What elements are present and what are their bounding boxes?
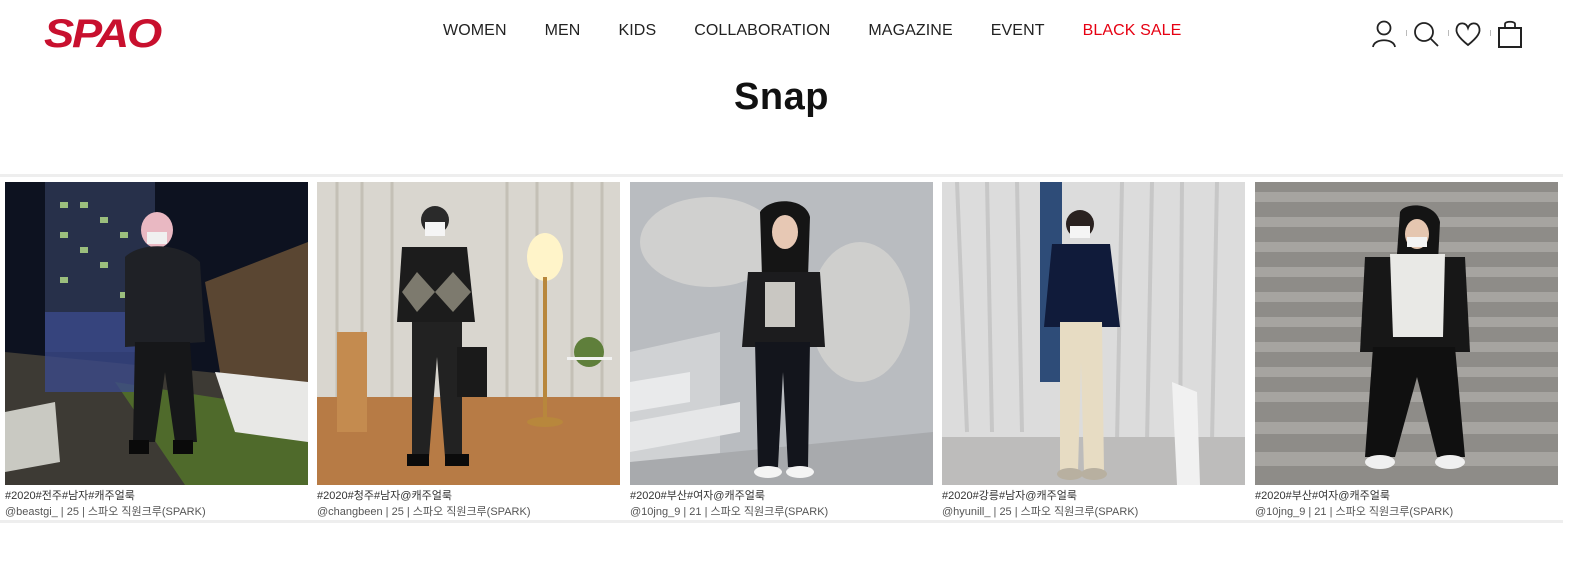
user-icon[interactable] bbox=[1370, 18, 1398, 50]
header-icons bbox=[1370, 18, 1526, 52]
icon-divider bbox=[1406, 30, 1407, 36]
snap-card: #2020#청주#남자@캐주얼룩 @changbeen | 25 | 스파오 직… bbox=[317, 182, 620, 519]
nav-magazine[interactable]: MAGAZINE bbox=[868, 22, 952, 40]
spao-logo[interactable]: SPAO bbox=[44, 13, 162, 53]
nav-event[interactable]: EVENT bbox=[991, 22, 1045, 40]
snap-author: @changbeen | 25 | 스파오 직원크루(SPARK) bbox=[317, 506, 531, 518]
nav-women[interactable]: WOMEN bbox=[443, 22, 507, 40]
snap-photo[interactable] bbox=[942, 182, 1245, 485]
snap-photo[interactable] bbox=[5, 182, 308, 485]
icon-divider bbox=[1448, 30, 1449, 36]
snap-tags: #2020#부산#여자@캐주얼룩 bbox=[1255, 490, 1390, 502]
nav-men[interactable]: MEN bbox=[545, 22, 581, 40]
page-title: Snap bbox=[734, 76, 829, 118]
snap-photo[interactable] bbox=[317, 182, 620, 485]
main-nav: WOMEN MEN KIDS COLLABORATION MAGAZINE EV… bbox=[443, 22, 1181, 40]
nav-kids[interactable]: KIDS bbox=[618, 22, 656, 40]
snap-card: #2020#부산#여자@캐주얼룩 @10jng_9 | 21 | 스파오 직원크… bbox=[630, 182, 933, 519]
search-icon[interactable] bbox=[1412, 18, 1440, 50]
snap-photo[interactable] bbox=[630, 182, 933, 485]
snap-tags: #2020#전주#남자#캐주얼룩 bbox=[5, 490, 135, 502]
shopping-bag-icon[interactable] bbox=[1496, 18, 1524, 50]
snap-card: #2020#부산#여자@캐주얼룩 @10jng_9 | 21 | 스파오 직원크… bbox=[1255, 182, 1558, 519]
nav-black-sale[interactable]: BLACK SALE bbox=[1083, 22, 1182, 40]
snap-card: #2020#전주#남자#캐주얼룩 @beastgi_ | 25 | 스파오 직원… bbox=[5, 182, 308, 519]
snap-author: @beastgi_ | 25 | 스파오 직원크루(SPARK) bbox=[5, 506, 206, 518]
svg-text:SPAO: SPAO bbox=[44, 13, 162, 53]
heart-icon[interactable] bbox=[1454, 18, 1482, 50]
nav-collaboration[interactable]: COLLABORATION bbox=[694, 22, 830, 40]
snap-author: @hyunill_ | 25 | 스파오 직원크루(SPARK) bbox=[942, 506, 1139, 518]
page-scrollbar[interactable] bbox=[1563, 0, 1588, 579]
snap-tags: #2020#청주#남자@캐주얼룩 bbox=[317, 490, 452, 502]
site-header: SPAO WOMEN MEN KIDS COLLABORATION MAGAZI… bbox=[0, 0, 1588, 68]
snap-card: #2020#강릉#남자@캐주얼룩 @hyunill_ | 25 | 스파오 직원… bbox=[942, 182, 1245, 519]
snap-author: @10jng_9 | 21 | 스파오 직원크루(SPARK) bbox=[1255, 506, 1454, 518]
snap-photo[interactable] bbox=[1255, 182, 1558, 485]
snap-tags: #2020#부산#여자@캐주얼룩 bbox=[630, 490, 765, 502]
icon-divider bbox=[1490, 30, 1491, 36]
snap-author: @10jng_9 | 21 | 스파오 직원크루(SPARK) bbox=[630, 506, 829, 518]
snap-tags: #2020#강릉#남자@캐주얼룩 bbox=[942, 490, 1077, 502]
